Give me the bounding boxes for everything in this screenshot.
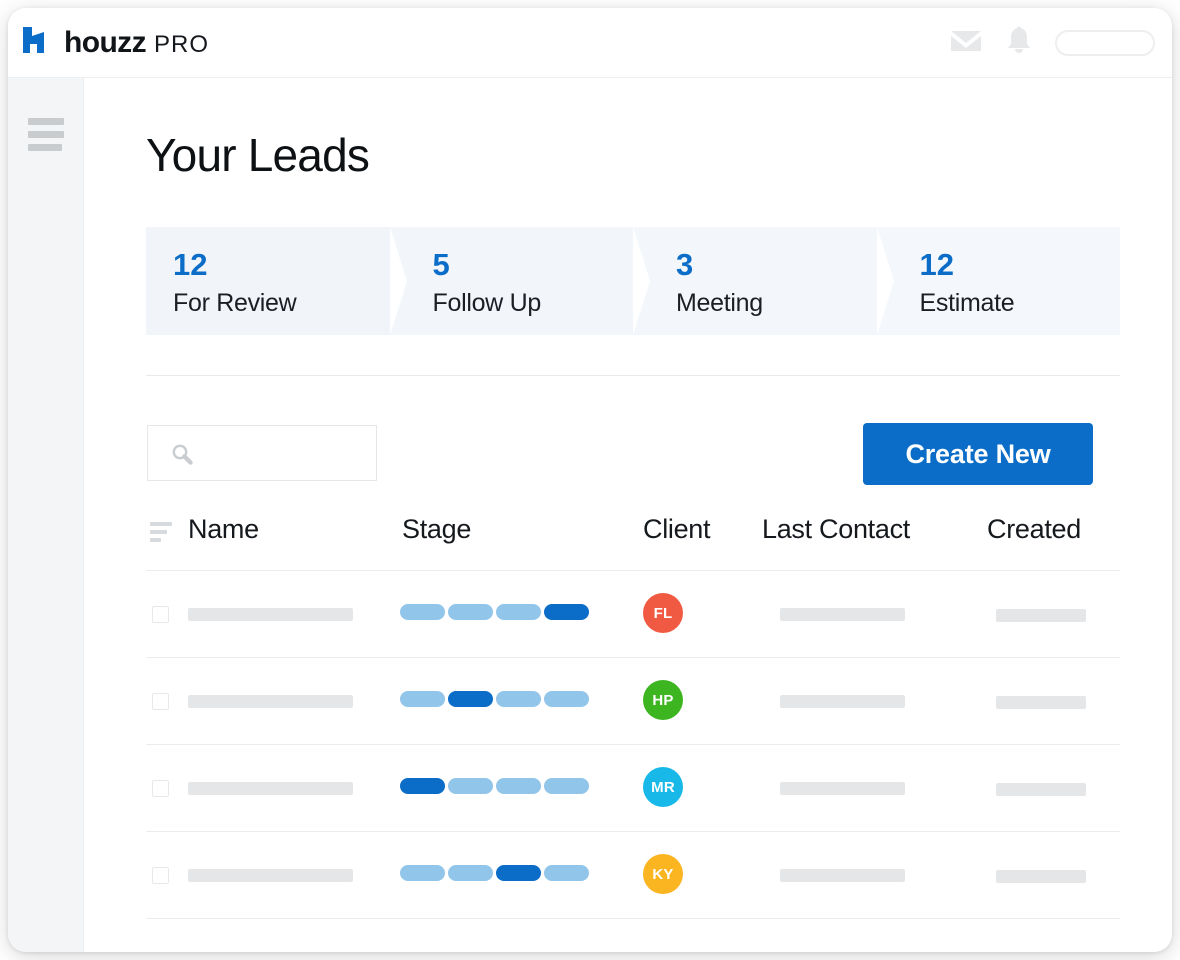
pipeline-stage-meeting[interactable]: 3 Meeting [633, 227, 894, 335]
lead-pipeline-stages: 12 For Review 5 Follow Up 3 Meeting 12 E… [146, 227, 1120, 335]
stage-progress-bar [400, 865, 589, 881]
table-bottom-divider [146, 918, 1120, 919]
column-header-last-contact[interactable]: Last Contact [762, 516, 910, 543]
stage-progress-bar [400, 604, 589, 620]
column-header-stage[interactable]: Stage [402, 516, 471, 543]
stage-label: For Review [173, 289, 297, 317]
stage-segment [400, 604, 445, 620]
stage-segment [400, 865, 445, 881]
hamburger-menu-icon[interactable] [28, 118, 64, 151]
lead-name-placeholder [188, 695, 353, 708]
lead-name-placeholder [188, 869, 353, 882]
stage-segment-active [400, 778, 445, 794]
stage-segment-active [496, 865, 541, 881]
stage-segment [448, 604, 493, 620]
lead-name-placeholder [188, 782, 353, 795]
stage-count: 3 [676, 247, 694, 282]
account-menu-pill[interactable] [1055, 30, 1155, 56]
chevron-divider-icon [389, 227, 407, 335]
left-sidebar-rail [8, 78, 84, 952]
search-box[interactable] [147, 425, 377, 482]
houzz-pro-logo[interactable]: houzz PRO [21, 25, 209, 60]
sort-line [150, 522, 172, 526]
lead-name-placeholder [188, 608, 353, 621]
stage-count: 12 [173, 247, 208, 282]
last-contact-placeholder [780, 782, 905, 795]
hamburger-bar [28, 144, 62, 151]
top-bar-actions [949, 8, 1155, 78]
avatar[interactable]: HP [643, 680, 683, 720]
row-checkbox[interactable] [152, 606, 169, 623]
brand-text: houzz PRO [64, 25, 209, 59]
pipeline-stage-for-review[interactable]: 12 For Review [146, 227, 407, 335]
search-input[interactable] [200, 426, 374, 482]
stage-label: Meeting [676, 289, 763, 317]
sort-icon[interactable] [150, 522, 172, 542]
row-checkbox[interactable] [152, 780, 169, 797]
table-header-row: Name Stage Client Last Contact Created [146, 508, 1120, 570]
avatar[interactable]: KY [643, 854, 683, 894]
avatar[interactable]: FL [643, 593, 683, 633]
stage-segment-active [544, 604, 589, 620]
column-header-client[interactable]: Client [643, 516, 711, 543]
table-row[interactable]: KY [146, 831, 1120, 918]
pipeline-stage-estimate[interactable]: 12 Estimate [876, 227, 1120, 335]
search-icon [170, 443, 194, 472]
stage-segment [400, 691, 445, 707]
app-window: houzz PRO Your Leads 12 For Review 5 Fol… [8, 8, 1172, 952]
houzz-h-logo-icon [21, 25, 55, 60]
stage-segment [496, 604, 541, 620]
last-contact-placeholder [780, 608, 905, 621]
created-placeholder [996, 870, 1086, 883]
created-placeholder [996, 783, 1086, 796]
stage-segment [496, 691, 541, 707]
created-placeholder [996, 609, 1086, 622]
section-divider [146, 375, 1120, 376]
top-navigation-bar: houzz PRO [8, 8, 1172, 78]
create-new-button[interactable]: Create New [863, 423, 1093, 485]
stage-progress-bar [400, 691, 589, 707]
stage-count: 5 [432, 247, 450, 282]
mail-icon[interactable] [949, 28, 983, 59]
row-checkbox[interactable] [152, 693, 169, 710]
stage-segment [448, 778, 493, 794]
created-placeholder [996, 696, 1086, 709]
stage-segment [448, 865, 493, 881]
brand-suffix: PRO [153, 30, 209, 58]
row-checkbox[interactable] [152, 867, 169, 884]
table-row[interactable]: MR [146, 744, 1120, 831]
stage-count: 12 [919, 247, 954, 282]
hamburger-bar [28, 131, 64, 138]
hamburger-bar [28, 118, 64, 125]
column-header-created[interactable]: Created [987, 516, 1081, 543]
main-content: Your Leads 12 For Review 5 Follow Up 3 M… [84, 78, 1172, 952]
stage-segment [544, 865, 589, 881]
leads-table: Name Stage Client Last Contact Created F… [146, 508, 1120, 919]
stage-segment [544, 778, 589, 794]
sort-line [150, 538, 161, 542]
pipeline-stage-follow-up[interactable]: 5 Follow Up [389, 227, 650, 335]
last-contact-placeholder [780, 695, 905, 708]
column-header-name[interactable]: Name [188, 516, 259, 543]
last-contact-placeholder [780, 869, 905, 882]
stage-label: Estimate [919, 289, 1015, 317]
bell-icon[interactable] [1005, 26, 1033, 61]
avatar[interactable]: MR [643, 767, 683, 807]
stage-segment [544, 691, 589, 707]
chevron-divider-icon [876, 227, 894, 335]
page-title: Your Leads [146, 129, 370, 181]
stage-progress-bar [400, 778, 589, 794]
table-row[interactable]: FL [146, 570, 1120, 657]
table-row[interactable]: HP [146, 657, 1120, 744]
stage-label: Follow Up [432, 289, 542, 317]
stage-segment-active [448, 691, 493, 707]
stage-segment [496, 778, 541, 794]
chevron-divider-icon [633, 227, 650, 335]
sort-line [150, 530, 167, 534]
brand-name: houzz [64, 25, 147, 59]
